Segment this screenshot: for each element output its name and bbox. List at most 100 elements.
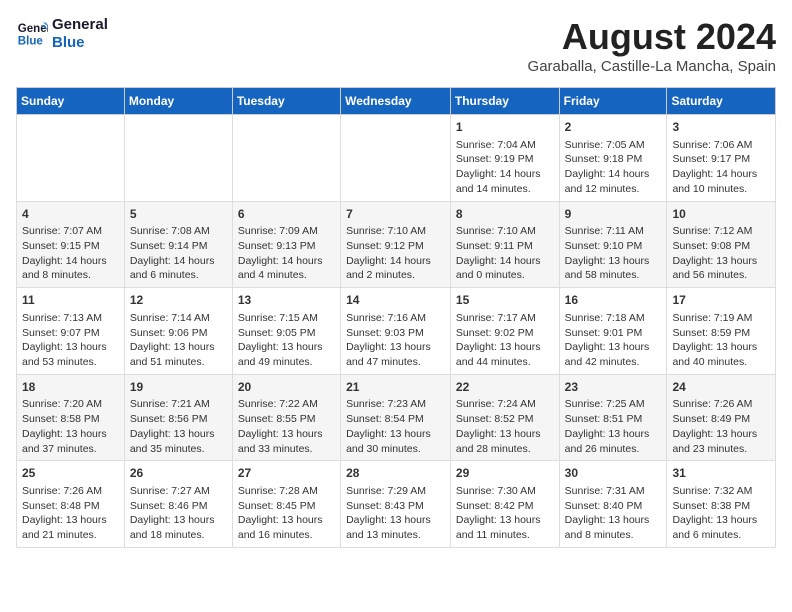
cell-text-line: Sunset: 9:19 PM — [456, 152, 554, 167]
calendar-cell: 22Sunrise: 7:24 AMSunset: 8:52 PMDayligh… — [450, 374, 559, 461]
cell-text-line: Sunset: 9:10 PM — [565, 239, 662, 254]
calendar-cell: 24Sunrise: 7:26 AMSunset: 8:49 PMDayligh… — [667, 374, 776, 461]
day-number: 15 — [456, 292, 554, 309]
calendar-cell: 14Sunrise: 7:16 AMSunset: 9:03 PMDayligh… — [341, 288, 451, 375]
cell-text-line: Sunset: 8:52 PM — [456, 412, 554, 427]
cell-text-line: Daylight: 13 hours — [456, 427, 554, 442]
cell-text-line: Sunrise: 7:08 AM — [130, 224, 227, 239]
calendar-cell: 16Sunrise: 7:18 AMSunset: 9:01 PMDayligh… — [559, 288, 667, 375]
logo-general: General — [52, 16, 108, 34]
cell-text-line: Sunset: 8:55 PM — [238, 412, 335, 427]
cell-text-line: Sunrise: 7:28 AM — [238, 484, 335, 499]
cell-text-line: Sunrise: 7:05 AM — [565, 138, 662, 153]
calendar-cell: 29Sunrise: 7:30 AMSunset: 8:42 PMDayligh… — [450, 461, 559, 548]
cell-text-line: and 35 minutes. — [130, 442, 227, 457]
cell-text-line: Daylight: 13 hours — [565, 340, 662, 355]
cell-text-line: Sunrise: 7:09 AM — [238, 224, 335, 239]
svg-text:Blue: Blue — [18, 36, 44, 48]
calendar-cell: 4Sunrise: 7:07 AMSunset: 9:15 PMDaylight… — [17, 201, 125, 288]
header: General Blue General Blue August 2024 Ga… — [16, 16, 776, 75]
cell-text-line: Sunset: 8:48 PM — [22, 499, 119, 514]
calendar-cell: 21Sunrise: 7:23 AMSunset: 8:54 PMDayligh… — [341, 374, 451, 461]
cell-text-line: and 0 minutes. — [456, 268, 554, 283]
day-number: 30 — [565, 465, 662, 482]
calendar-table: SundayMondayTuesdayWednesdayThursdayFrid… — [16, 87, 776, 548]
cell-text-line: and 33 minutes. — [238, 442, 335, 457]
cell-text-line: and 10 minutes. — [672, 182, 770, 197]
logo-blue: Blue — [52, 34, 108, 52]
calendar-cell: 19Sunrise: 7:21 AMSunset: 8:56 PMDayligh… — [124, 374, 232, 461]
calendar-cell: 20Sunrise: 7:22 AMSunset: 8:55 PMDayligh… — [232, 374, 340, 461]
day-header-friday: Friday — [559, 88, 667, 115]
cell-text-line: Sunrise: 7:31 AM — [565, 484, 662, 499]
day-number: 10 — [672, 206, 770, 223]
cell-text-line: Daylight: 13 hours — [456, 513, 554, 528]
cell-text-line: and 18 minutes. — [130, 528, 227, 543]
cell-text-line: and 13 minutes. — [346, 528, 445, 543]
cell-text-line: Sunset: 9:17 PM — [672, 152, 770, 167]
calendar-subtitle: Garaballa, Castille-La Mancha, Spain — [528, 58, 776, 75]
day-number: 4 — [22, 206, 119, 223]
cell-text-line: Sunset: 9:14 PM — [130, 239, 227, 254]
day-number: 25 — [22, 465, 119, 482]
cell-text-line: and 49 minutes. — [238, 355, 335, 370]
cell-text-line: Sunrise: 7:32 AM — [672, 484, 770, 499]
day-number: 29 — [456, 465, 554, 482]
cell-text-line: and 37 minutes. — [22, 442, 119, 457]
cell-text-line: Daylight: 13 hours — [130, 513, 227, 528]
cell-text-line: Daylight: 13 hours — [22, 340, 119, 355]
calendar-title: August 2024 — [528, 16, 776, 58]
week-row-3: 11Sunrise: 7:13 AMSunset: 9:07 PMDayligh… — [17, 288, 776, 375]
cell-text-line: Sunset: 8:40 PM — [565, 499, 662, 514]
day-number: 6 — [238, 206, 335, 223]
cell-text-line: and 42 minutes. — [565, 355, 662, 370]
day-number: 16 — [565, 292, 662, 309]
cell-text-line: Sunset: 9:12 PM — [346, 239, 445, 254]
calendar-cell: 12Sunrise: 7:14 AMSunset: 9:06 PMDayligh… — [124, 288, 232, 375]
calendar-cell — [341, 115, 451, 202]
cell-text-line: Daylight: 13 hours — [672, 254, 770, 269]
cell-text-line: Sunrise: 7:27 AM — [130, 484, 227, 499]
day-number: 23 — [565, 379, 662, 396]
cell-text-line: and 40 minutes. — [672, 355, 770, 370]
cell-text-line: Sunset: 9:03 PM — [346, 326, 445, 341]
cell-text-line: Sunset: 8:58 PM — [22, 412, 119, 427]
calendar-cell: 11Sunrise: 7:13 AMSunset: 9:07 PMDayligh… — [17, 288, 125, 375]
cell-text-line: Sunrise: 7:06 AM — [672, 138, 770, 153]
calendar-cell: 17Sunrise: 7:19 AMSunset: 8:59 PMDayligh… — [667, 288, 776, 375]
cell-text-line: Daylight: 13 hours — [130, 427, 227, 442]
cell-text-line: Sunset: 9:15 PM — [22, 239, 119, 254]
cell-text-line: Sunrise: 7:24 AM — [456, 397, 554, 412]
calendar-cell: 25Sunrise: 7:26 AMSunset: 8:48 PMDayligh… — [17, 461, 125, 548]
day-number: 26 — [130, 465, 227, 482]
cell-text-line: and 12 minutes. — [565, 182, 662, 197]
cell-text-line: Sunset: 9:11 PM — [456, 239, 554, 254]
calendar-cell: 15Sunrise: 7:17 AMSunset: 9:02 PMDayligh… — [450, 288, 559, 375]
cell-text-line: Sunrise: 7:11 AM — [565, 224, 662, 239]
cell-text-line: and 6 minutes. — [130, 268, 227, 283]
cell-text-line: Daylight: 13 hours — [346, 513, 445, 528]
cell-text-line: Sunset: 8:38 PM — [672, 499, 770, 514]
cell-text-line: Daylight: 13 hours — [238, 340, 335, 355]
week-row-1: 1Sunrise: 7:04 AMSunset: 9:19 PMDaylight… — [17, 115, 776, 202]
cell-text-line: Daylight: 13 hours — [22, 427, 119, 442]
cell-text-line: and 56 minutes. — [672, 268, 770, 283]
day-number: 21 — [346, 379, 445, 396]
cell-text-line: Sunset: 8:59 PM — [672, 326, 770, 341]
cell-text-line: Sunrise: 7:29 AM — [346, 484, 445, 499]
cell-text-line: Daylight: 13 hours — [672, 513, 770, 528]
calendar-cell — [124, 115, 232, 202]
cell-text-line: and 53 minutes. — [22, 355, 119, 370]
day-number: 8 — [456, 206, 554, 223]
calendar-cell: 28Sunrise: 7:29 AMSunset: 8:43 PMDayligh… — [341, 461, 451, 548]
cell-text-line: and 21 minutes. — [22, 528, 119, 543]
day-number: 11 — [22, 292, 119, 309]
day-header-thursday: Thursday — [450, 88, 559, 115]
cell-text-line: Sunrise: 7:26 AM — [22, 484, 119, 499]
calendar-cell: 27Sunrise: 7:28 AMSunset: 8:45 PMDayligh… — [232, 461, 340, 548]
calendar-cell — [232, 115, 340, 202]
day-header-tuesday: Tuesday — [232, 88, 340, 115]
cell-text-line: Sunset: 9:13 PM — [238, 239, 335, 254]
cell-text-line: Sunrise: 7:14 AM — [130, 311, 227, 326]
svg-text:General: General — [18, 23, 48, 35]
